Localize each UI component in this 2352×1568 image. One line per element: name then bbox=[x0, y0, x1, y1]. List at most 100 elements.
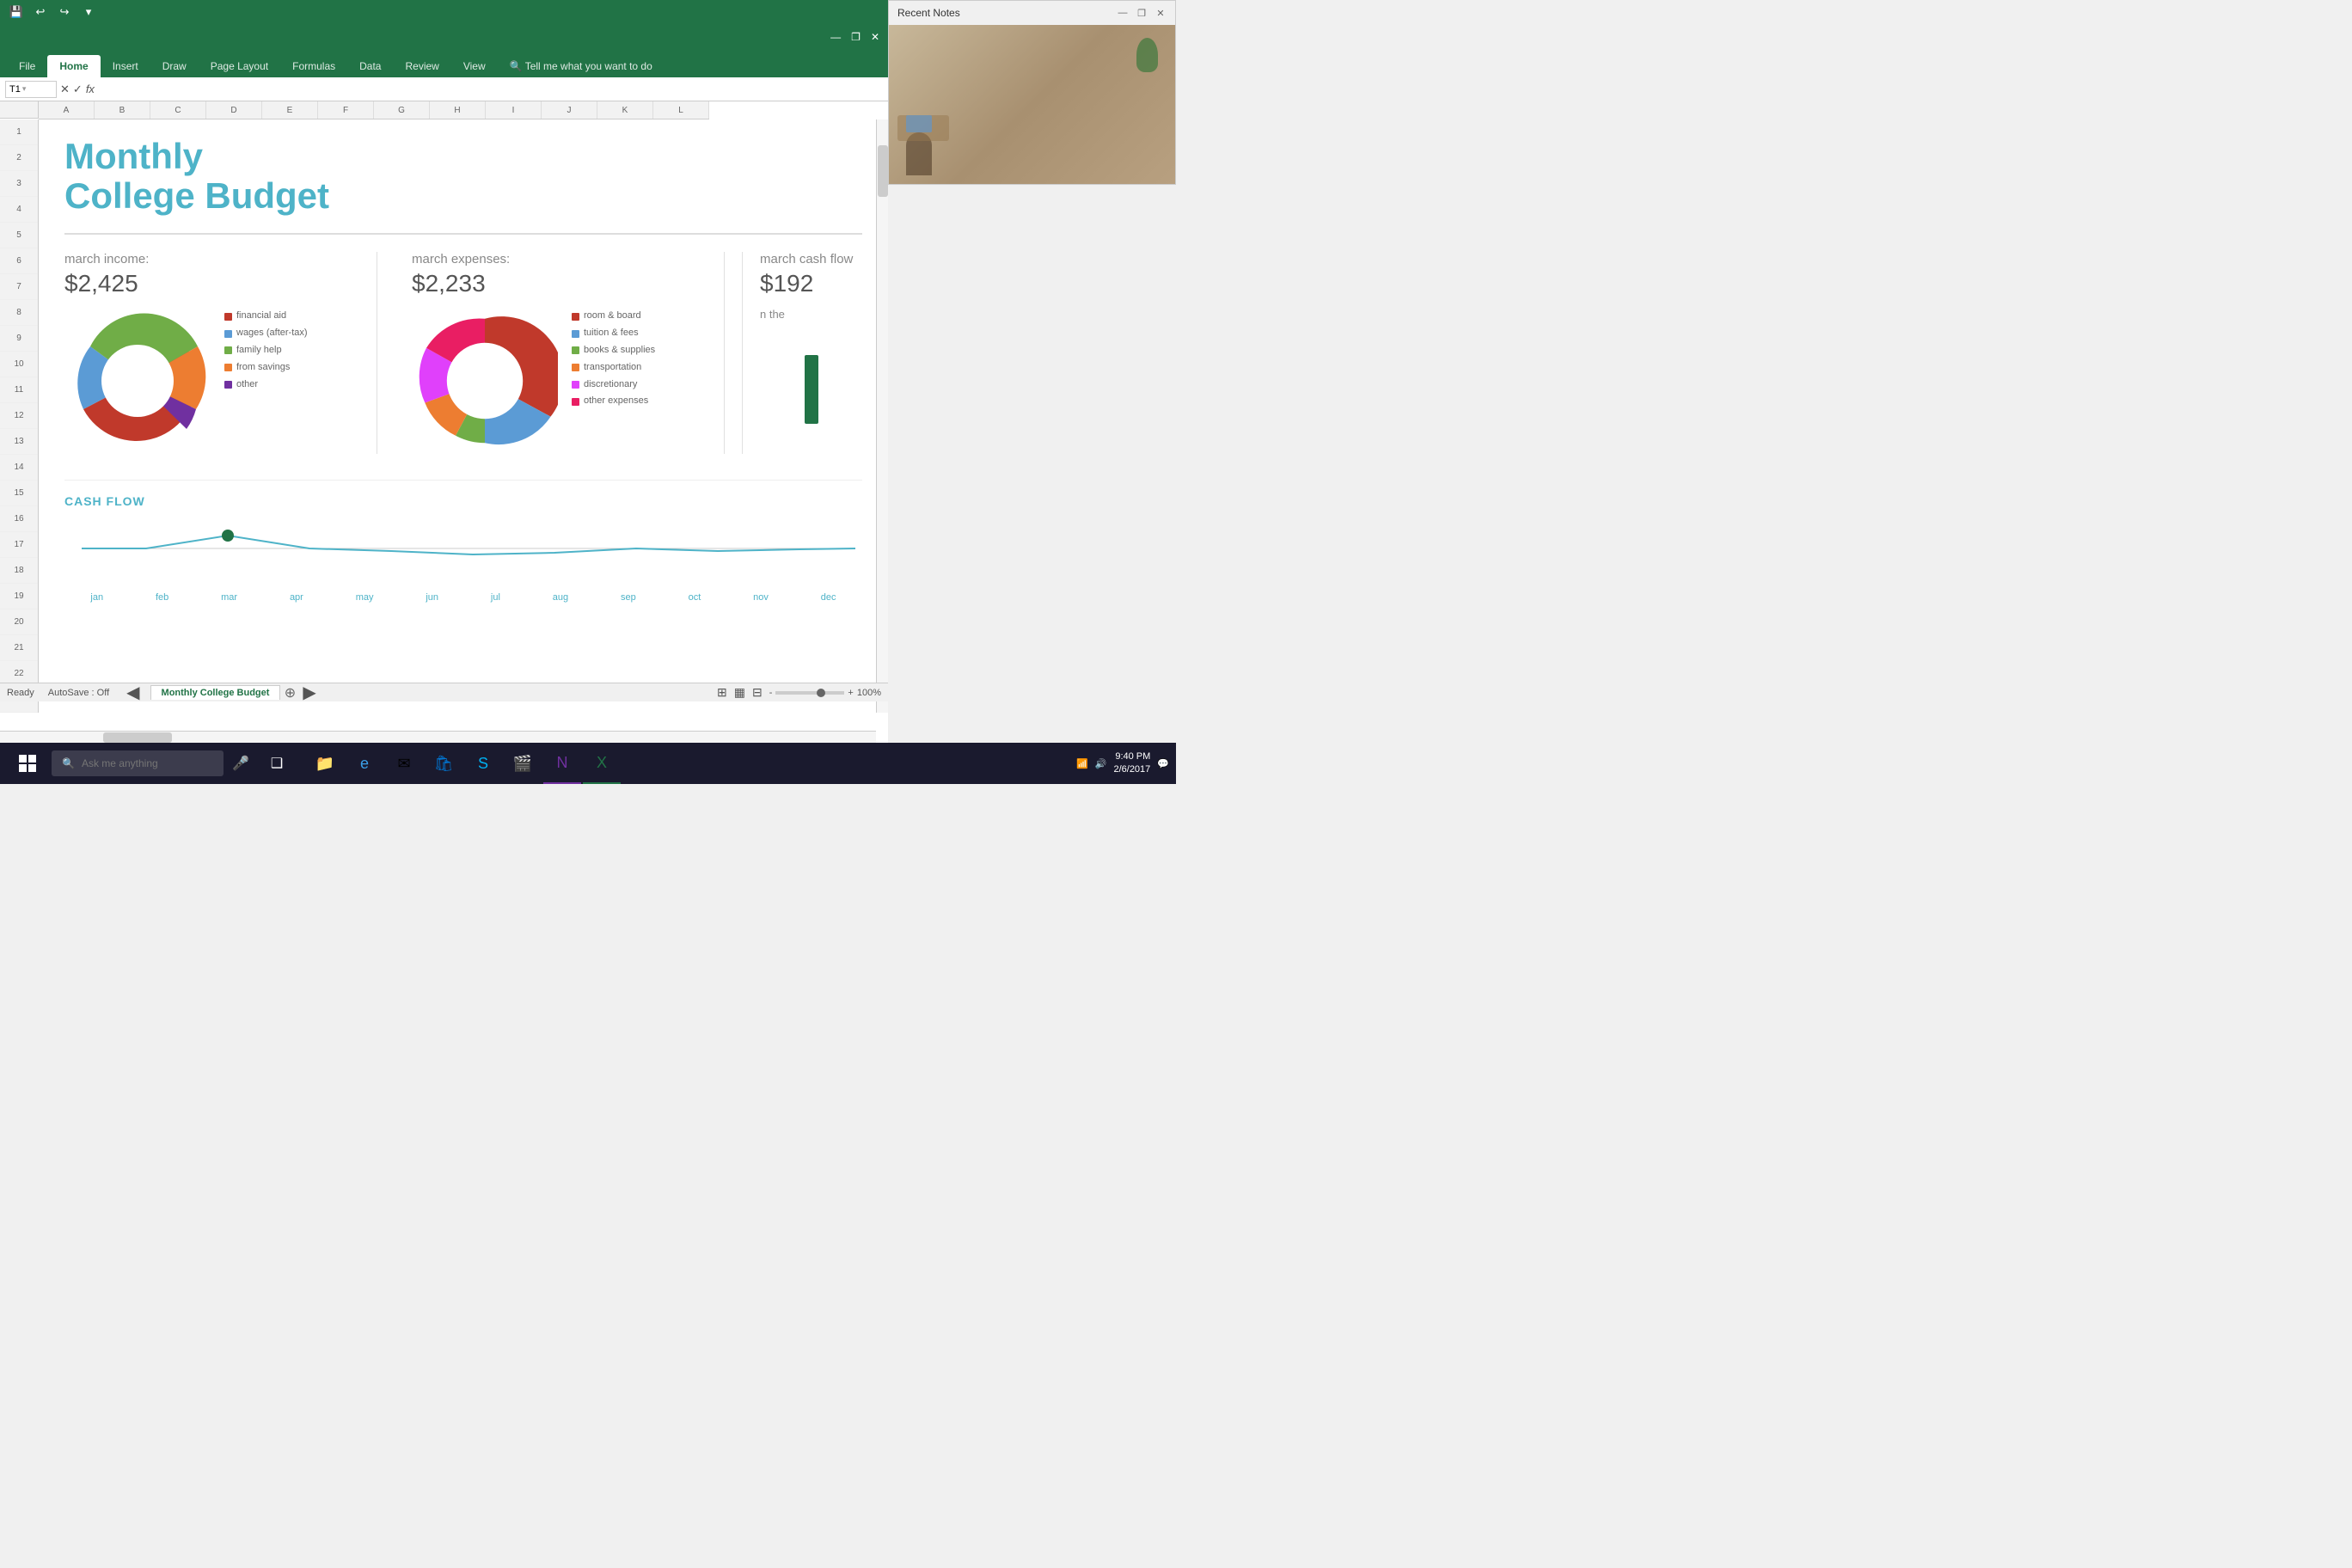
wifi-icon: 📶 bbox=[1076, 758, 1088, 769]
legend-label-family-help: family help bbox=[236, 342, 282, 359]
mic-icon: 🎤 bbox=[232, 755, 249, 772]
horizontal-scroll-thumb[interactable] bbox=[103, 732, 172, 743]
spreadsheet-content[interactable]: Monthly College Budget march income: $2,… bbox=[39, 119, 888, 713]
cashflow-bar-container bbox=[760, 355, 862, 424]
video-button[interactable]: 🎬 bbox=[504, 743, 542, 784]
budget-title-line1: Monthly bbox=[64, 137, 862, 176]
month-feb: feb bbox=[156, 592, 168, 603]
row-15: 15 bbox=[0, 481, 38, 506]
income-legend: financial aid wages (after-tax) family h… bbox=[224, 308, 308, 393]
col-k: K bbox=[597, 101, 653, 119]
tab-data[interactable]: Data bbox=[347, 55, 393, 77]
windows-icon bbox=[19, 755, 36, 772]
col-c: C bbox=[150, 101, 206, 119]
add-sheet-button[interactable]: ⊕ bbox=[280, 683, 299, 702]
tab-insert[interactable]: Insert bbox=[101, 55, 150, 77]
legend-label-other-expenses: other expenses bbox=[584, 393, 648, 410]
cell-reference-box[interactable]: T1 ▾ bbox=[5, 81, 57, 98]
expenses-amount: $2,233 bbox=[412, 270, 707, 297]
excel-button[interactable]: X bbox=[583, 743, 621, 784]
formula-fx[interactable]: fx bbox=[86, 83, 95, 96]
onenote-restore[interactable]: ❐ bbox=[1136, 7, 1148, 19]
zoom-in-button[interactable]: + bbox=[848, 688, 853, 698]
mail-button[interactable]: ✉ bbox=[385, 743, 423, 784]
task-view-button[interactable]: ❑ bbox=[258, 743, 296, 784]
skype-button[interactable]: S bbox=[464, 743, 502, 784]
scrollbar-thumb[interactable] bbox=[878, 145, 888, 197]
ready-status: Ready bbox=[7, 688, 34, 698]
cashflow-line bbox=[82, 536, 855, 554]
legend-label-financial-aid: financial aid bbox=[236, 308, 286, 325]
task-view-icon: ❑ bbox=[271, 755, 283, 772]
formula-input[interactable] bbox=[98, 81, 883, 98]
tab-file[interactable]: File bbox=[7, 55, 47, 77]
page-break-view-button[interactable]: ⊟ bbox=[752, 685, 763, 700]
onenote-button[interactable]: N bbox=[543, 743, 581, 784]
tab-view[interactable]: View bbox=[451, 55, 498, 77]
system-clock[interactable]: 9:40 PM 2/6/2017 bbox=[1113, 750, 1150, 777]
status-bar-right: ⊞ ▦ ⊟ - + 100% bbox=[717, 685, 888, 700]
qat-undo[interactable]: ↩ bbox=[31, 3, 50, 21]
row-18: 18 bbox=[0, 558, 38, 584]
page-layout-view-button[interactable]: ▦ bbox=[734, 685, 745, 700]
legend-dot-tuition bbox=[572, 330, 579, 338]
autosave-status: AutoSave : Off bbox=[48, 688, 109, 698]
tell-me-input[interactable]: 🔍 Tell me what you want to do bbox=[498, 55, 665, 77]
taskbar: 🔍 🎤 ❑ 📁 e ✉ 🛍 S 🎬 N X bbox=[0, 743, 1176, 784]
formula-confirm[interactable]: ✓ bbox=[73, 83, 83, 96]
tab-formulas[interactable]: Formulas bbox=[280, 55, 347, 77]
next-sheet-button[interactable]: ▶ bbox=[303, 682, 315, 703]
formula-cancel[interactable]: ✕ bbox=[60, 83, 70, 96]
edge-button[interactable]: e bbox=[346, 743, 383, 784]
excel-qat: 💾 ↩ ↪ ▾ bbox=[0, 0, 888, 24]
file-explorer-button[interactable]: 📁 bbox=[306, 743, 344, 784]
prev-sheet-button[interactable]: ◀ bbox=[126, 682, 139, 703]
search-input[interactable] bbox=[82, 757, 202, 769]
tab-page-layout[interactable]: Page Layout bbox=[199, 55, 280, 77]
store-button[interactable]: 🛍 bbox=[425, 743, 462, 784]
cashflow-chart-title: march cash flow bbox=[760, 252, 862, 266]
col-d: D bbox=[206, 101, 262, 119]
excel-ribbon-tabs: File Home Insert Draw Page Layout Formul… bbox=[0, 50, 888, 77]
onenote-icon: N bbox=[557, 754, 568, 772]
restore-button[interactable]: ❐ bbox=[851, 31, 861, 43]
qat-redo[interactable]: ↪ bbox=[55, 3, 74, 21]
start-button[interactable] bbox=[7, 743, 48, 784]
onenote-controls: — ❐ ✕ bbox=[1117, 7, 1167, 19]
qat-dropdown[interactable]: ▾ bbox=[79, 3, 98, 21]
row-2: 2 bbox=[0, 145, 38, 171]
formula-bar: T1 ▾ ✕ ✓ fx bbox=[0, 77, 888, 101]
onenote-minimize[interactable]: — bbox=[1117, 7, 1129, 19]
legend-label-discretionary: discretionary bbox=[584, 377, 637, 394]
video-icon: 🎬 bbox=[513, 755, 532, 773]
minimize-button[interactable]: — bbox=[830, 31, 841, 43]
formula-icons: ✕ ✓ fx bbox=[60, 83, 95, 96]
tab-review[interactable]: Review bbox=[393, 55, 450, 77]
zoom-out-button[interactable]: - bbox=[769, 688, 773, 698]
month-apr: apr bbox=[290, 592, 303, 603]
column-headers: A B C D E F G H I J K L bbox=[39, 101, 709, 119]
tab-home[interactable]: Home bbox=[47, 55, 100, 77]
month-aug: aug bbox=[553, 592, 568, 603]
month-nov: nov bbox=[753, 592, 769, 603]
tab-draw[interactable]: Draw bbox=[150, 55, 199, 77]
vertical-scrollbar[interactable] bbox=[876, 119, 888, 713]
zoom-slider[interactable] bbox=[775, 691, 844, 695]
cortana-mic-button[interactable]: 🎤 bbox=[227, 750, 254, 777]
month-mar: mar bbox=[221, 592, 237, 603]
notification-icon[interactable]: 💬 bbox=[1157, 758, 1169, 769]
legend-dot-financial-aid bbox=[224, 313, 232, 321]
horizontal-scrollbar[interactable] bbox=[0, 731, 876, 743]
legend-dot-family-help bbox=[224, 346, 232, 354]
normal-view-button[interactable]: ⊞ bbox=[717, 685, 727, 700]
col-b: B bbox=[95, 101, 150, 119]
close-button[interactable]: ✕ bbox=[871, 31, 879, 43]
row-1: 1 bbox=[0, 119, 38, 145]
excel-status-bar: Ready AutoSave : Off ◀ Monthly College B… bbox=[0, 683, 888, 701]
month-oct: oct bbox=[689, 592, 701, 603]
taskbar-search[interactable]: 🔍 bbox=[52, 750, 224, 776]
onenote-close[interactable]: ✕ bbox=[1155, 7, 1167, 19]
qat-save[interactable]: 💾 bbox=[7, 3, 26, 21]
cashflow-line-chart bbox=[64, 518, 862, 587]
monthly-budget-sheet-tab[interactable]: Monthly College Budget bbox=[150, 685, 281, 700]
